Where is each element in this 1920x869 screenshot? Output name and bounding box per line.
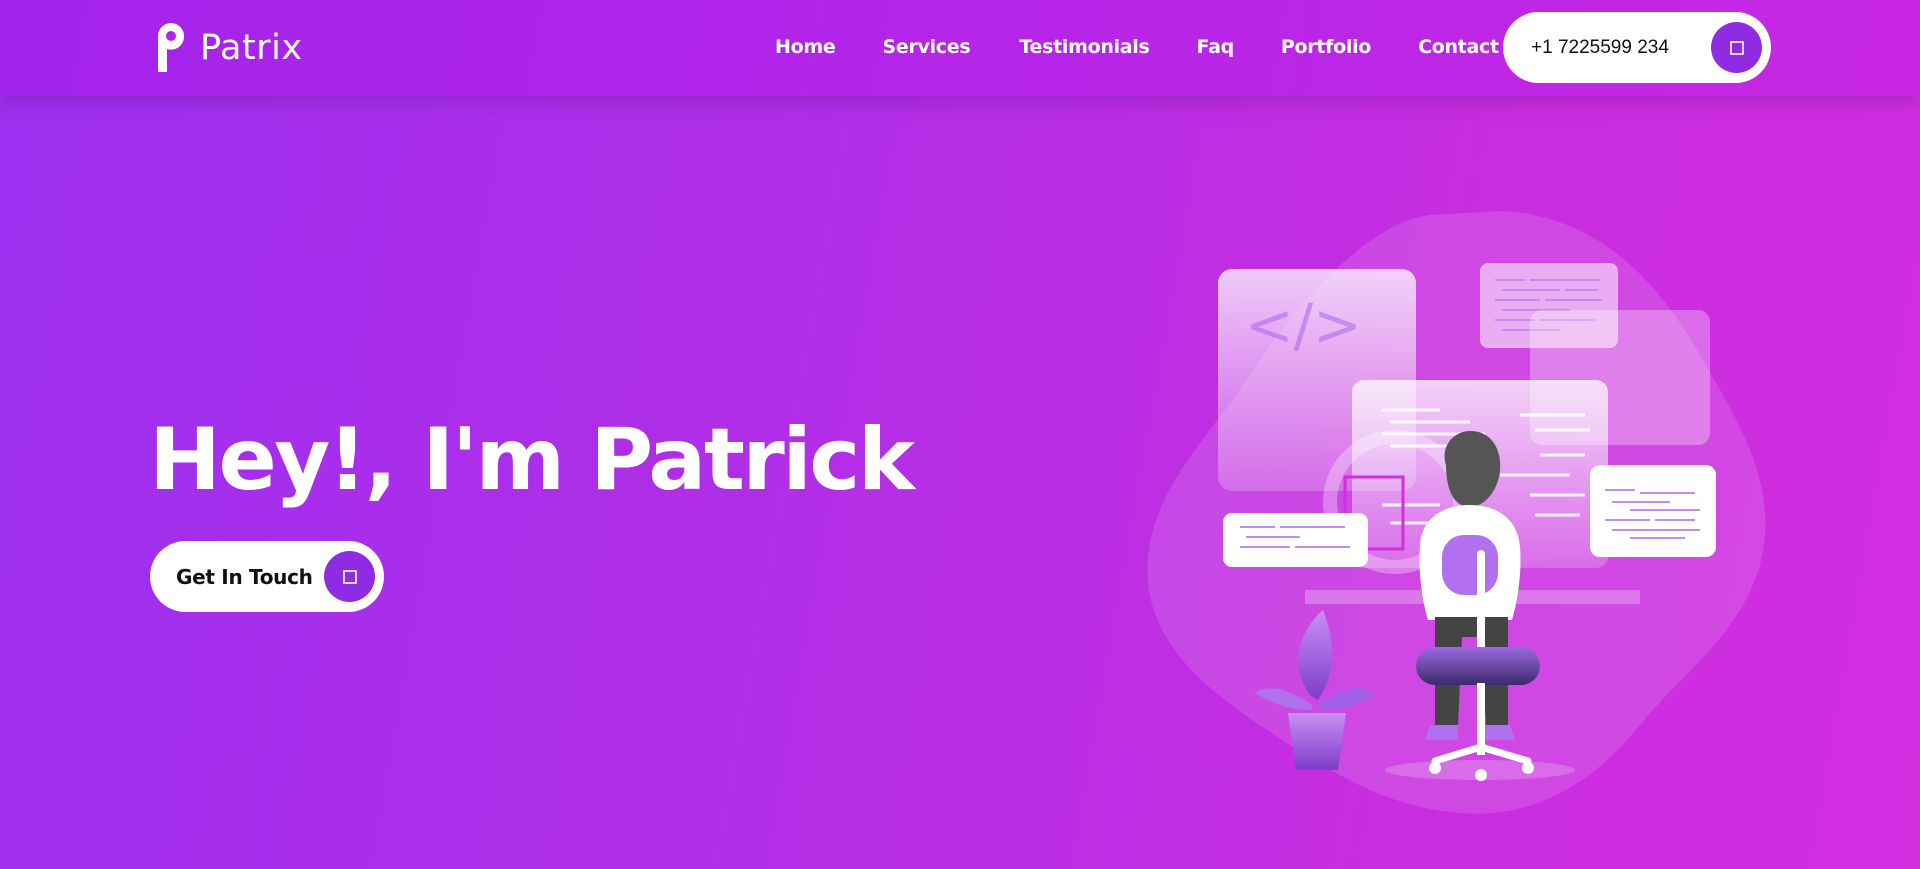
phone-icon	[1711, 22, 1762, 73]
plant-pot	[1288, 713, 1346, 770]
nav-faq[interactable]: Faq	[1197, 36, 1235, 58]
hero-title: Hey!, I'm Patrick	[149, 410, 915, 510]
code-symbol: </>	[1245, 291, 1362, 359]
main-nav: Home Services Testimonials Faq Portfolio…	[775, 36, 1499, 58]
nav-home[interactable]: Home	[775, 36, 836, 58]
nav-testimonials[interactable]: Testimonials	[1019, 36, 1149, 58]
developer-illustration: </>	[1147, 211, 1766, 814]
nav-portfolio[interactable]: Portfolio	[1281, 36, 1371, 58]
floor-shadow	[1385, 760, 1575, 780]
chair-seat	[1416, 647, 1540, 685]
brand-logo[interactable]: Patrix	[154, 22, 303, 74]
phone-number: +1 7225599 234	[1531, 36, 1669, 58]
nav-contact[interactable]: Contact	[1418, 36, 1499, 58]
logo-p-icon	[158, 23, 185, 72]
cta-label: Get In Touch	[176, 564, 313, 589]
site-header: Patrix Home Services Testimonials Faq Po…	[0, 0, 1920, 96]
nav-services[interactable]: Services	[882, 36, 970, 58]
snippet-card-left	[1223, 513, 1368, 567]
brand-name: Patrix	[200, 28, 303, 68]
get-in-touch-button[interactable]: Get In Touch	[150, 541, 384, 612]
phone-button[interactable]: +1 7225599 234	[1503, 12, 1771, 83]
arrow-icon	[324, 551, 375, 602]
